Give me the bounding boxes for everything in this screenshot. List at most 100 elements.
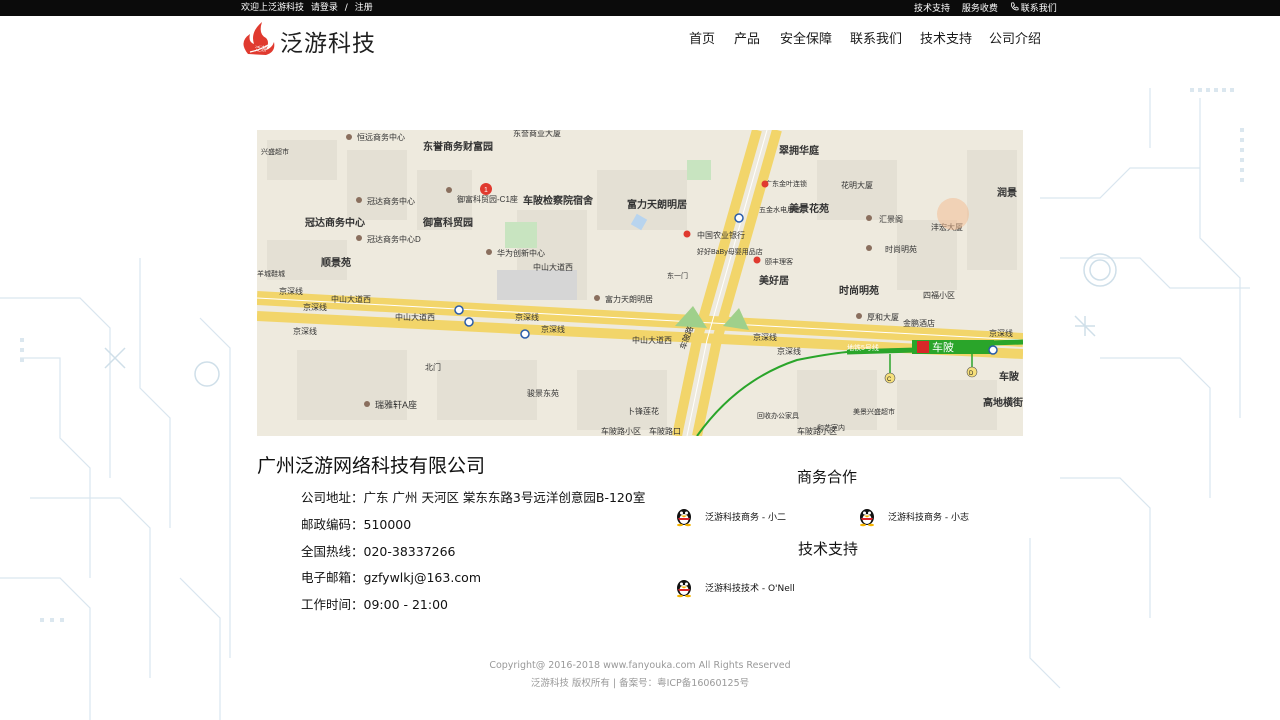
business-contact-label: 泛游科技商务 - 小二 [705,512,786,523]
qq-penguin-icon [677,580,691,598]
map-place-label: 瑞雅轩A座 [375,399,417,410]
support-contact-label: 泛游科技技术 - O'Nell [705,583,795,594]
map-place-label: 冠达商务中心 [367,196,415,206]
phone-icon [1010,2,1019,11]
map-place-label: 东誉商务财富园 [423,140,493,153]
business-contact-1[interactable]: 泛游科技商务 - 小二 [673,505,786,527]
map-place-label: 美好居 [759,274,789,287]
company-name: 广州泛游网络科技有限公司 [257,455,486,477]
map-exit-d: D [969,371,974,377]
map-road-label: 京深线 [541,324,565,334]
map-place-label: 和艺室内 [817,423,845,432]
map-metro-station-label: 车陂 [932,340,954,354]
map-place-label: 御富科贸园 [422,216,473,229]
map-place-label: 东一门 [667,271,688,280]
map-place-label: 好好BaBy母婴用品店 [697,247,763,256]
location-map[interactable]: 车陂 C D 1 京深线 中山大道西 京深线 中山大道西 京深线 京深线 中山大… [257,130,1023,436]
map-place-label: 回收办公家具 [757,411,799,420]
map-place-label: 冠达商务中心 [305,216,365,229]
welcome-text: 欢迎上泛游科技 [241,3,305,13]
map-road-label: 中山大道西 [331,294,371,304]
footer-copyright: Copyright@ 2016-2018 www.fanyouka.com Al… [489,660,791,671]
nav-about[interactable]: 公司介绍 [989,28,1041,47]
nav-contact[interactable]: 联系我们 [850,28,902,47]
topbar-link-service-fee[interactable]: 服务收费 [962,4,998,14]
brand-logo[interactable]: 泛游 泛游科技 [240,18,380,58]
map-road-label: 京深线 [515,312,539,322]
map-place-label: 御富科贸园-C1座 [457,194,518,204]
map-place-label: 卜锋莲花 [627,406,659,416]
support-title: 技术支持 [798,540,859,558]
qq-penguin-icon [677,509,691,527]
nav-tech-support[interactable]: 技术支持 [920,28,972,47]
map-place-label: 羊城鞋城 [257,269,285,278]
map-place-label: 翠拥华庭 [779,144,820,157]
company-hours: 工作时间：09:00 - 21:00 [301,597,449,612]
map-place-label: 美景兴盛超市 [853,407,895,416]
map-place-label: 时尚明苑 [839,284,879,297]
logo-badge: 泛游 [255,46,268,53]
nav-home[interactable]: 首页 [689,28,715,47]
company-hotline: 全国热线：020-38337266 [301,544,456,559]
map-place-label: 兴盛超市 [261,147,289,156]
separator-text: / [344,3,348,13]
map-place-label: 四福小区 [923,291,955,300]
topbar-link-tech-support[interactable]: 技术支持 [914,4,950,14]
footer-icp: 泛游科技 版权所有 | 备案号：粤ICP备16060125号 [530,678,750,689]
map-place-label: 东誉商业大厦 [513,130,561,138]
map-road-label: 中山大道西 [632,335,672,345]
map-place-label: 北门 [425,362,441,372]
map-marker-number: 1 [484,187,488,194]
map-road-label: 地铁5号线 [847,343,879,352]
map-place-label: 高地横街 [983,396,1023,409]
map-road-label: 车陂路口 [649,426,681,436]
business-contact-2[interactable]: 泛游科技商务 - 小志 [856,505,969,527]
map-place-label: 时尚明苑 [885,244,917,254]
map-road-label: 京深线 [303,302,327,312]
company-email: 电子邮箱：gzfywlkj@163.com [301,570,482,585]
company-address: 公司地址：广东 广州 天河区 棠东东路3号远洋创意园B-120室 [301,490,646,505]
top-bar: 欢迎上泛游科技 请登录 / 注册 技术支持 服务收费 联系我们 [0,0,1280,16]
company-postcode: 邮政编码：510000 [301,517,412,532]
nav-products[interactable]: 产品 [734,28,760,47]
map-place-label: 五金水电用品 [759,205,801,214]
map-place-label: 中山大道西 [533,262,573,272]
map-place-label: 汇景阁 [879,214,903,224]
map-place-label: 富力天朗明居 [627,198,687,211]
map-place-label: 中国农业银行 [697,230,745,240]
map-place-label: 华为创新中心 [497,248,545,258]
map-place-label: 冠达商务中心D [367,234,421,244]
map-road-label: 京深线 [989,328,1013,338]
business-contact-label: 泛游科技商务 - 小志 [888,512,969,523]
support-contact-1[interactable]: 泛游科技技术 - O'Nell [673,576,795,598]
register-link[interactable]: 注册 [355,3,373,13]
business-title: 商务合作 [797,468,858,486]
map-place-label: 车陂检察院宿舍 [523,194,594,207]
map-exit-c: C [887,377,892,383]
map-road-label: 中山大道西 [395,312,435,322]
map-place-label: 颐丰理客 [765,257,793,266]
map-road-label: 车陂路小区 [601,426,641,436]
map-place-label: 车陂 [999,370,1020,383]
map-road-label: 京深线 [753,332,777,342]
map-place-label: 厚和大厦 [867,312,899,322]
map-place-label: 富力天朗明居 [605,294,653,304]
map-place-label: 广东金叶连锁 [765,179,807,188]
map-place-label: 顺景苑 [321,256,351,269]
map-place-label: 润景 [997,186,1017,199]
map-road-label: 京深线 [279,286,303,296]
map-place-label: 京深线 [293,326,317,336]
logo-text: 泛游科技 [280,31,376,57]
qq-penguin-icon [860,509,874,527]
map-place-label: 骏景东苑 [527,388,559,398]
map-road-label: 京深线 [777,346,801,356]
map-canvas: 车陂 C D 1 京深线 中山大道西 京深线 中山大道西 京深线 京深线 中山大… [257,130,1023,436]
topbar-links: 技术支持 服务收费 联系我们 [914,2,1066,15]
login-link[interactable]: 请登录 [311,3,338,13]
map-place-label: 恒远商务中心 [357,132,405,142]
topbar-welcome-area: 欢迎上泛游科技 请登录 / 注册 [241,2,377,14]
map-place-label: 花明大厦 [841,180,873,190]
map-place-label: 金鹏酒店 [903,318,935,328]
topbar-link-contact-us[interactable]: 联系我们 [1021,4,1057,14]
nav-security[interactable]: 安全保障 [780,28,832,47]
